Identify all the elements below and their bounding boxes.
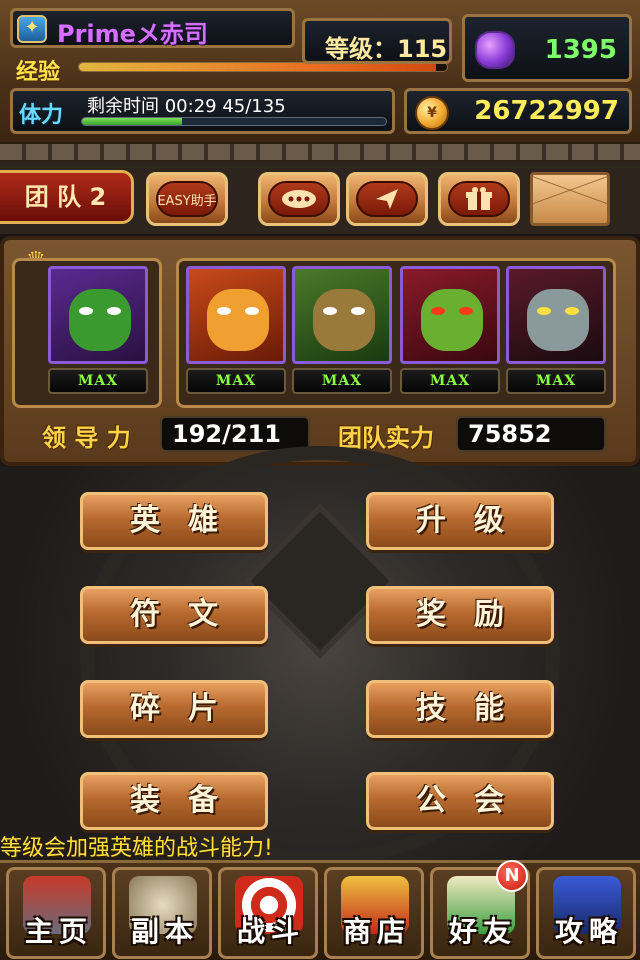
- skills-button[interactable]: 技能: [366, 680, 554, 738]
- hero-eye: [565, 307, 579, 315]
- ghost-face: [527, 289, 589, 351]
- leader-hero-card[interactable]: MAX: [48, 266, 148, 396]
- player-name-box[interactable]: ✦ Primeメ赤司: [10, 8, 295, 48]
- gold-value: 26722997: [474, 96, 619, 126]
- stamina-box: 体力 剩余时间 00:29 45/135: [10, 88, 395, 134]
- level-text: 等级：115: [325, 35, 448, 63]
- new-notification-badge: N: [496, 860, 528, 892]
- stamina-progress-bar: [81, 117, 387, 126]
- guild-button[interactable]: 公会: [366, 772, 554, 830]
- nav-home-label: 主页: [24, 915, 93, 948]
- nav-battle[interactable]: 战斗: [218, 867, 318, 959]
- chat-button[interactable]: [258, 172, 340, 226]
- nav-friends-label: 好友: [448, 915, 517, 948]
- player-name: Primeメ赤司: [57, 20, 208, 48]
- main-menu: 英雄 升级 符文 奖励 碎片 技能 装备 公会: [0, 446, 640, 866]
- nav-guide-label: 攻略: [554, 915, 623, 948]
- max-badge: MAX: [292, 368, 392, 394]
- nav-shop[interactable]: 商店: [324, 867, 424, 959]
- nav-home[interactable]: 主页: [6, 867, 106, 959]
- hero-eye: [217, 307, 231, 315]
- nav-dungeon[interactable]: 副本: [112, 867, 212, 959]
- easy-helper-label: EASY助手: [156, 181, 218, 217]
- gem-icon: [475, 31, 515, 69]
- demon-face: [421, 289, 483, 351]
- exp-label: 经验: [16, 60, 61, 85]
- tree-ent-portrait: [292, 266, 392, 364]
- bottom-nav: 主页 副本 战斗 商店 好友 攻略: [0, 860, 640, 960]
- leader-orc-portrait: [48, 266, 148, 364]
- hero-eye: [245, 307, 259, 315]
- gift-icon: [448, 181, 510, 217]
- max-badge: MAX: [48, 368, 148, 394]
- nav-dungeon-label: 副本: [130, 915, 199, 948]
- send-button[interactable]: [346, 172, 428, 226]
- hero-eye: [351, 307, 365, 315]
- hero-card[interactable]: MAX: [400, 266, 500, 396]
- stamina-progress-fill: [82, 118, 183, 125]
- nav-guide[interactable]: 攻略: [536, 867, 636, 959]
- hero-eye: [537, 307, 551, 315]
- level-box: 等级：115: [302, 18, 452, 64]
- ghost-woman-portrait: [506, 266, 606, 364]
- gift-button[interactable]: [438, 172, 520, 226]
- max-badge: MAX: [186, 368, 286, 394]
- heroes-button[interactable]: 英雄: [80, 492, 268, 550]
- tip-ticker: 等级会加强英雄的战斗能力!: [0, 836, 273, 861]
- upgrade-button[interactable]: 升级: [366, 492, 554, 550]
- gem-value: 1395: [544, 35, 617, 65]
- hero-eye: [107, 307, 121, 315]
- nav-battle-label: 战斗: [236, 915, 305, 948]
- hero-eye: [431, 307, 445, 315]
- hero-eye: [459, 307, 473, 315]
- orange-brute-portrait: [186, 266, 286, 364]
- chat-icon: [268, 181, 330, 217]
- max-badge: MAX: [506, 368, 606, 394]
- rewards-button[interactable]: 奖励: [366, 586, 554, 644]
- gem-counter[interactable]: 1395: [462, 14, 632, 82]
- toolbar: 团 队 2 EASY助手: [0, 162, 640, 234]
- equipment-button[interactable]: 装备: [80, 772, 268, 830]
- send-icon: [356, 181, 418, 217]
- easy-helper-button[interactable]: EASY助手: [146, 172, 228, 226]
- runes-button[interactable]: 符文: [80, 586, 268, 644]
- team-tab[interactable]: 团 队 2: [0, 170, 134, 224]
- hero-card[interactable]: MAX: [506, 266, 606, 396]
- fragments-button[interactable]: 碎片: [80, 680, 268, 738]
- exp-progress-fill: [79, 63, 436, 71]
- nav-shop-label: 商店: [342, 915, 411, 948]
- hero-card[interactable]: MAX: [186, 266, 286, 396]
- gold-counter[interactable]: ¥ 26722997: [404, 88, 632, 134]
- leadership-value: 192/211: [160, 416, 310, 452]
- mail-button[interactable]: [530, 172, 610, 226]
- stamina-timer: 剩余时间 00:29 45/135: [87, 96, 286, 117]
- status-panel: ✦ Primeメ赤司 经验 等级：115 1395 体力 剩余时间 00:29 …: [0, 0, 640, 150]
- hero-card[interactable]: MAX: [292, 266, 392, 396]
- hero-eye: [79, 307, 93, 315]
- leadership-label: 领 导 力: [42, 424, 131, 452]
- hero-eye: [323, 307, 337, 315]
- max-badge: MAX: [400, 368, 500, 394]
- team-panel: ♛ MAX MAX MAX MAX: [0, 236, 640, 466]
- gold-coin-icon: ¥: [415, 96, 449, 130]
- ent-face: [313, 289, 375, 351]
- chain-divider: [0, 142, 640, 162]
- stamina-label: 体力: [19, 103, 64, 128]
- red-demon-portrait: [400, 266, 500, 364]
- mail-icon: [533, 175, 607, 205]
- orc-face: [69, 289, 131, 351]
- brute-face: [207, 289, 269, 351]
- team-power-value: 75852: [456, 416, 606, 452]
- rank-emblem-icon: ✦: [17, 15, 47, 43]
